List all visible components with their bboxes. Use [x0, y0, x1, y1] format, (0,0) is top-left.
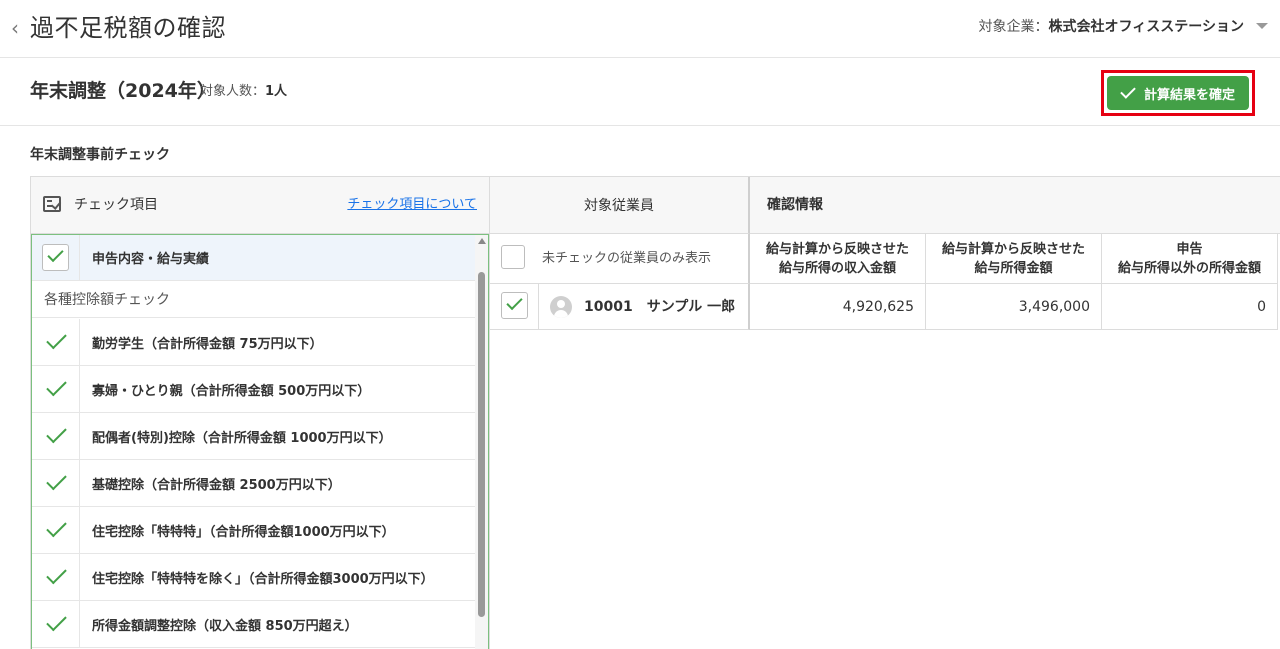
check-cell [32, 235, 80, 280]
cell-other-income: 0 [1102, 284, 1278, 330]
section-title: 年末調整事前チェック [30, 147, 170, 163]
check-item-label: 基礎控除（合計所得金額 2500万円以下） [92, 477, 341, 493]
cell-salary-income: 3,496,000 [926, 284, 1102, 330]
checklist-icon [43, 196, 61, 212]
scrollbar-thumb[interactable] [478, 272, 485, 617]
chevron-left-icon[interactable]: ‹ [6, 17, 24, 39]
check-items-list: 申告内容・給与実績 各種控除額チェック 勤労学生（合計所得金額 75万円以下） … [31, 234, 489, 649]
unchecked-only-label: 未チェックの従業員のみ表示 [542, 251, 712, 266]
check-cell [32, 554, 80, 600]
column-header-salary-income: 給与計算から反映させた 給与所得金額 [926, 234, 1102, 284]
check-icon [46, 469, 67, 491]
check-icon [506, 293, 523, 311]
column-header-line: 給与計算から反映させた [941, 241, 1085, 257]
year-title: 年末調整（2024年） [30, 80, 216, 102]
caret-down-icon[interactable] [1256, 23, 1268, 29]
check-icon [46, 610, 67, 632]
confirm-result-button[interactable]: 計算結果を確定 [1107, 76, 1249, 110]
check-item[interactable]: 住宅控除「特特特」（合計所得金額1000万円以下） [32, 507, 476, 554]
check-icon [46, 375, 67, 397]
check-cell [32, 413, 80, 459]
scroll-up-arrow-icon[interactable] [478, 238, 486, 244]
check-item[interactable]: 住宅控除「特特特を除く」（合計所得金額3000万円以下） [32, 554, 476, 601]
check-item-label: 寡婦・ひとり親（合計所得金額 500万円以下） [92, 383, 371, 399]
check-cell [32, 366, 80, 412]
check-item[interactable]: 寡婦・ひとり親（合計所得金額 500万円以下） [32, 366, 476, 413]
check-item-label: 勤労学生（合計所得金額 75万円以下） [92, 336, 323, 352]
check-icon [1120, 83, 1136, 99]
check-cell [32, 507, 80, 553]
column-header-line: 申告 [1176, 241, 1203, 257]
employee-row[interactable]: 10001 サンプル 一郎 [490, 284, 750, 330]
cell-income-amount: 4,920,625 [750, 284, 926, 330]
target-count-value: 1人 [265, 84, 288, 99]
group-label-deductions: 各種控除額チェック [32, 281, 476, 318]
check-item-label: 配偶者(特別)控除（合計所得金額 1000万円以下） [92, 430, 392, 446]
check-cell [32, 460, 80, 506]
target-count-label: 対象人数： [200, 84, 266, 99]
avatar-icon [550, 296, 572, 318]
check-item[interactable]: 勤労学生（合計所得金額 75万円以下） [32, 319, 476, 366]
employee-name: 10001 サンプル 一郎 [584, 299, 736, 315]
check-item-label: 住宅控除「特特特」（合計所得金額1000万円以下） [92, 524, 395, 540]
checkbox[interactable] [42, 244, 69, 271]
column-header-income: 給与計算から反映させた 給与所得の収入金額 [750, 234, 926, 284]
company-label: 対象企業： [978, 19, 1049, 35]
check-item-label: 申告内容・給与実績 [92, 252, 210, 267]
unchecked-only-checkbox[interactable] [501, 245, 525, 269]
column-header-line: 給与所得金額 [974, 260, 1053, 276]
page-title: 過不足税額の確認 [30, 14, 226, 42]
employee-panel-header: 対象従業員 [490, 177, 750, 234]
column-header-line: 給与所得の収入金額 [778, 260, 896, 276]
unchecked-filter-row[interactable]: 未チェックの従業員のみ表示 [490, 234, 750, 284]
confirmation-info-panel: 確認情報 給与計算から反映させた 給与所得の収入金額 給与計算から反映させた 給… [750, 176, 1280, 649]
info-panel-header: 確認情報 [750, 177, 1280, 234]
column-header-line: 給与所得以外の所得金額 [1117, 260, 1261, 276]
check-item[interactable]: 所得金額調整控除（収入金額 850万円超え） [32, 601, 476, 648]
check-panel-title: チェック項目 [74, 197, 158, 213]
column-header-other-income: 申告 給与所得以外の所得金額 [1102, 234, 1278, 284]
scrollbar[interactable] [475, 235, 488, 649]
company-name: 株式会社オフィスステーション [1048, 19, 1244, 35]
about-check-items-link[interactable]: チェック項目について [347, 195, 477, 215]
check-item[interactable]: 配偶者(特別)控除（合計所得金額 1000万円以下） [32, 413, 476, 460]
check-icon [46, 422, 67, 444]
check-item-label: 住宅控除「特特特を除く」（合計所得金額3000万円以下） [92, 571, 434, 587]
check-cell [32, 319, 80, 365]
check-items-panel: チェック項目 チェック項目について 申告内容・給与実績 各種控除額チェック 勤労… [30, 176, 490, 649]
check-cell [32, 601, 80, 647]
info-panel-title: 確認情報 [767, 197, 823, 213]
company-selector[interactable]: 対象企業：株式会社オフィスステーション [979, 16, 1244, 38]
check-icon [46, 563, 67, 585]
check-item-declaration[interactable]: 申告内容・給与実績 [32, 235, 476, 281]
check-icon [46, 516, 67, 538]
check-icon [46, 328, 67, 350]
employee-panel: 対象従業員 未チェックの従業員のみ表示 10001 サンプル 一郎 [490, 176, 750, 649]
column-header-line: 給与計算から反映させた [765, 241, 909, 257]
check-panel-header: チェック項目 チェック項目について [31, 177, 489, 234]
top-bar: ‹ 過不足税額の確認 対象企業：株式会社オフィスステーション [0, 0, 1280, 58]
divider [538, 284, 539, 330]
subheader: 年末調整（2024年） 対象人数：1人 [0, 58, 1280, 126]
check-item[interactable]: 基礎控除（合計所得金額 2500万円以下） [32, 460, 476, 507]
employee-checkbox[interactable] [501, 292, 528, 319]
check-item-label: 所得金額調整控除（収入金額 850万円超え） [92, 618, 358, 634]
target-count: 対象人数：1人 [200, 82, 287, 102]
check-icon [47, 245, 64, 263]
confirm-button-label: 計算結果を確定 [1143, 87, 1235, 103]
